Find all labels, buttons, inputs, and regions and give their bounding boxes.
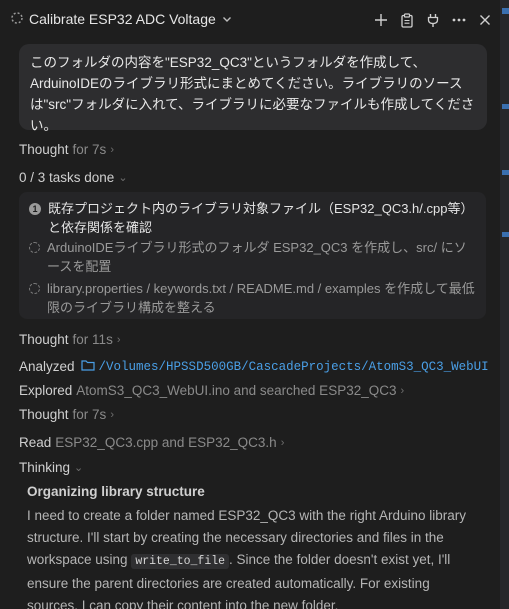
conversation-title-dropdown[interactable]: Calibrate ESP32 ADC Voltage	[11, 11, 232, 27]
more-icon[interactable]	[450, 11, 468, 29]
loading-spinner-icon	[11, 11, 23, 27]
edge-highlight	[502, 232, 509, 237]
analyzed-path-link[interactable]: /Volumes/HPSSD500GB/CascadeProjects/Atom…	[99, 360, 489, 374]
chevron-right-icon: ›	[110, 143, 114, 156]
chat-header: Calibrate ESP32 ADC Voltage	[0, 0, 500, 42]
pending-circle-icon	[29, 283, 40, 294]
task-text: library.properties / keywords.txt / READ…	[47, 281, 475, 315]
task-list: 1 既存プロジェクト内のライブラリ対象ファイル（ESP32_QC3.h/.cpp…	[19, 192, 486, 319]
step-read[interactable]: Read ESP32_QC3.cpp and ESP32_QC3.h ›	[19, 435, 284, 450]
chevron-right-icon: ›	[400, 384, 405, 397]
step-detail: AtomS3_QC3_WebUI.ino and searched ESP32_…	[76, 383, 397, 398]
task-number-badge: 1	[29, 203, 41, 215]
task-item: ArduinoIDEライブラリ形式のフォルダ ESP32_QC3 を作成し、sr…	[29, 238, 479, 276]
inline-code: write_to_file	[131, 554, 230, 569]
chevron-right-icon: ›	[280, 436, 285, 449]
step-detail: for 7s	[72, 142, 107, 157]
step-thought-2[interactable]: Thought for 11s ›	[19, 332, 121, 347]
chat-panel: Calibrate ESP32 ADC Voltage このフォルダの内容を"E…	[0, 0, 500, 609]
step-detail: for 7s	[72, 407, 107, 422]
step-label: Analyzed	[19, 359, 75, 374]
thinking-content: Organizing library structure I need to c…	[27, 483, 482, 609]
step-label: Thought	[19, 407, 69, 422]
step-thought-1[interactable]: Thought for 7s ›	[19, 142, 114, 157]
step-detail: for 11s	[72, 332, 113, 347]
chevron-down-icon: ⌄	[118, 172, 128, 184]
edge-highlight	[502, 8, 509, 14]
plus-icon[interactable]	[372, 11, 390, 29]
pending-circle-icon	[29, 242, 40, 253]
edge-highlight	[502, 170, 509, 175]
step-label: Thought	[19, 142, 69, 157]
conversation-title: Calibrate ESP32 ADC Voltage	[29, 11, 216, 27]
folder-icon	[80, 359, 95, 374]
step-label: Read	[19, 435, 52, 450]
step-analyzed: Analyzed /Volumes/HPSSD500GB/CascadeProj…	[19, 359, 489, 374]
task-text: 既存プロジェクト内のライブラリ対象ファイル（ESP32_QC3.h/.cpp等）…	[48, 201, 474, 235]
user-message: このフォルダの内容を"ESP32_QC3"というフォルダを作成して、Arduin…	[19, 44, 487, 133]
step-thinking[interactable]: Thinking ⌄	[19, 460, 83, 475]
task-item: 1 既存プロジェクト内のライブラリ対象ファイル（ESP32_QC3.h/.cpp…	[29, 199, 479, 237]
chevron-down-icon	[222, 11, 232, 27]
chevron-right-icon: ›	[110, 408, 114, 421]
thinking-body: I need to create a folder named ESP32_QC…	[27, 505, 482, 609]
thinking-title: Organizing library structure	[27, 484, 205, 499]
edge-highlight	[502, 104, 509, 109]
clipboard-icon[interactable]	[398, 11, 416, 29]
task-item: library.properties / keywords.txt / READ…	[29, 279, 479, 317]
task-text: ArduinoIDEライブラリ形式のフォルダ ESP32_QC3 を作成し、sr…	[47, 240, 467, 274]
tasks-summary-toggle[interactable]: 0 / 3 tasks done ⌄	[19, 170, 128, 185]
plug-icon[interactable]	[424, 11, 442, 29]
step-detail: ESP32_QC3.cpp and ESP32_QC3.h	[55, 435, 277, 450]
step-thought-3[interactable]: Thought for 7s ›	[19, 407, 114, 422]
chevron-right-icon: ›	[116, 333, 121, 346]
adjacent-window-edge	[500, 0, 509, 609]
user-message-text: このフォルダの内容を"ESP32_QC3"というフォルダを作成して、Arduin…	[30, 55, 475, 133]
step-label: Thought	[19, 332, 69, 347]
step-label: Explored	[19, 383, 73, 398]
step-label: Thinking	[19, 460, 71, 475]
close-icon[interactable]	[476, 11, 494, 29]
tasks-done-text: 0 / 3 tasks done	[19, 170, 115, 185]
step-explored[interactable]: Explored AtomS3_QC3_WebUI.ino and search…	[19, 383, 404, 398]
chevron-down-icon: ⌄	[74, 462, 84, 474]
